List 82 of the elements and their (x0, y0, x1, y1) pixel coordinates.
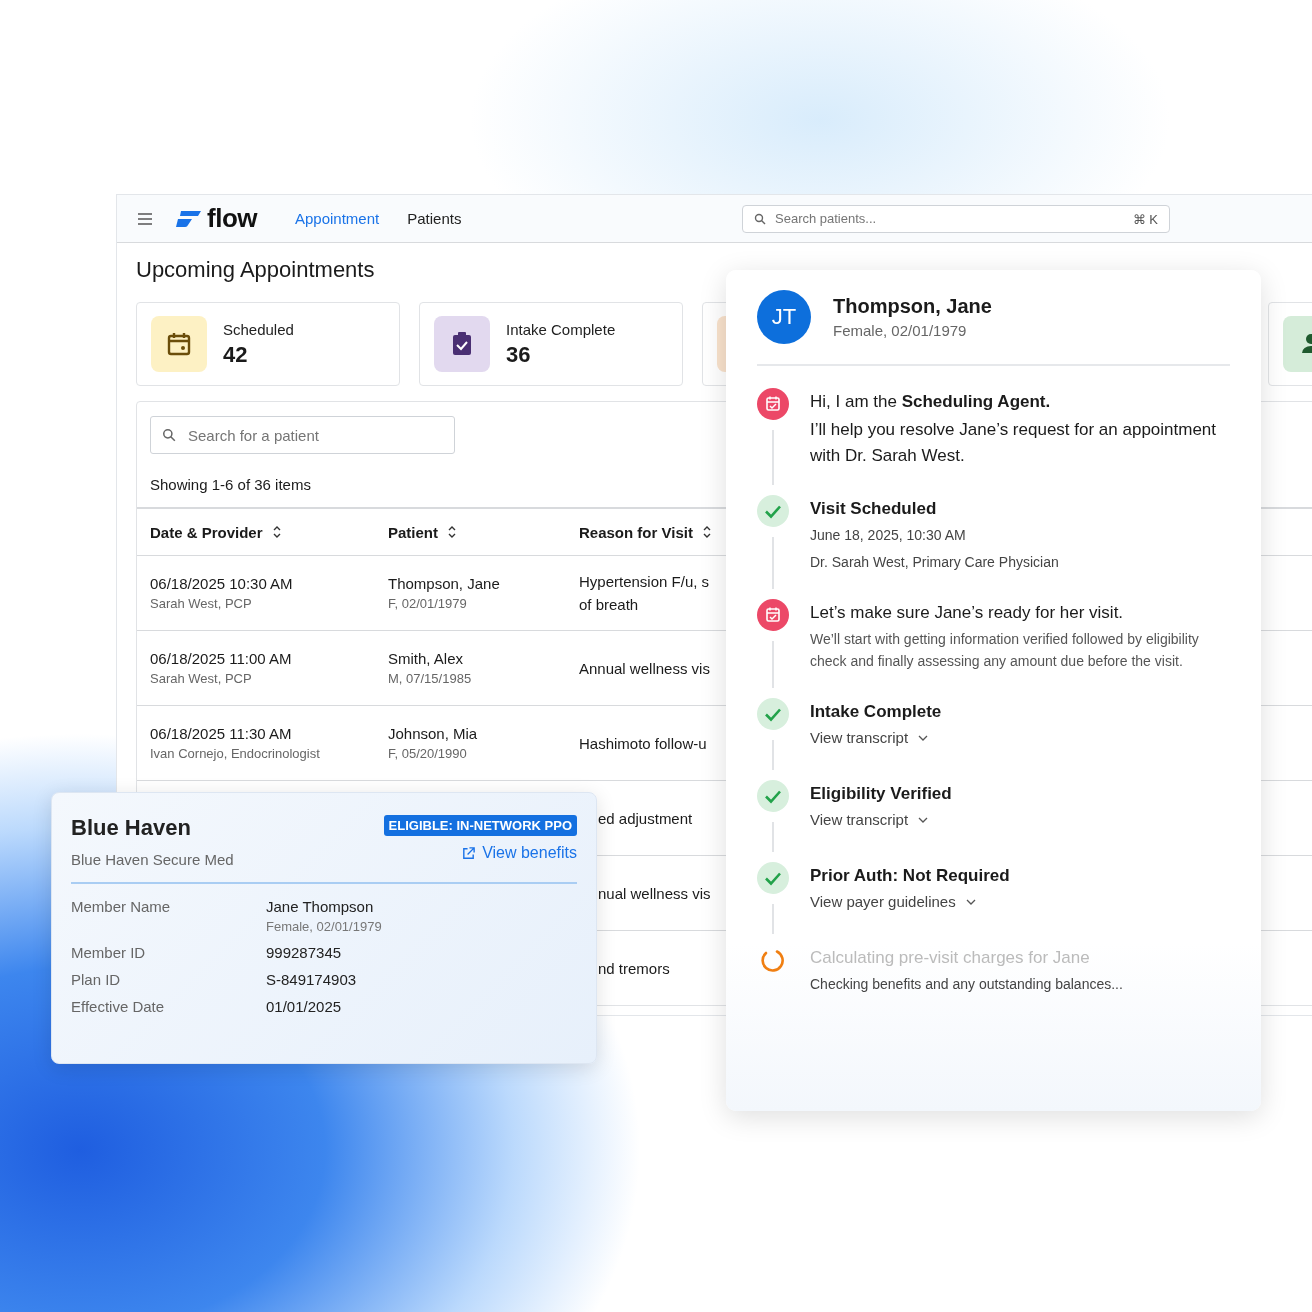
step-title: Prior Auth: Not Required (810, 866, 1010, 886)
expand-link[interactable]: View transcript (810, 727, 942, 748)
stat-count: 36 (506, 341, 532, 368)
field-label: Plan ID (71, 971, 122, 988)
step-detail: Checking benefits and any outstanding balances... (810, 975, 1123, 994)
appointment-time: 06/18/2025 11:30 AM (150, 725, 293, 742)
nav-tab[interactable]: Patients (407, 210, 462, 227)
provider-name: Ivan Cornejo, Endocrinologist (150, 746, 321, 761)
column-header[interactable]: Date & Provider (150, 523, 263, 541)
search-field[interactable]: Search for a patient (150, 416, 455, 454)
plan-name: Blue Haven Secure Med (71, 851, 234, 868)
external-link-icon (461, 845, 477, 861)
shortcut-hint: ⌘ K (1132, 211, 1158, 226)
patient-info: M, 07/15/1985 (388, 671, 473, 686)
stat-label: Intake Complete (506, 320, 616, 338)
field-detail: Female, 02/01/1979 (266, 919, 383, 934)
visit-reason: ed adjustment (598, 808, 694, 829)
field-label: Effective Date (71, 998, 166, 1015)
payer-name: Blue Haven (71, 815, 192, 841)
sort-icon[interactable] (702, 525, 711, 539)
avatar: JT (757, 290, 811, 344)
expand-link[interactable]: View payer guidelines (810, 891, 1010, 912)
column-header[interactable]: Patient (388, 523, 438, 541)
expand-link[interactable]: View transcript (810, 809, 952, 830)
column-header[interactable]: Reason for Visit (579, 523, 693, 541)
check-icon (757, 698, 789, 730)
nav-tab[interactable]: Appointment (295, 210, 380, 227)
field-value: 01/01/2025 (266, 998, 343, 1015)
menu-icon[interactable] (137, 212, 153, 225)
patient-name: Thompson, Jane (388, 575, 501, 592)
step-title: Intake Complete (810, 702, 942, 722)
logo-icon (175, 208, 203, 229)
step-detail: Dr. Sarah West, Primary Care Physician (810, 553, 1059, 572)
visit-reason: nd tremors (598, 958, 671, 979)
chevron-down-icon (918, 734, 929, 741)
chevron-down-icon (918, 816, 929, 823)
check-icon (757, 862, 789, 894)
stat-count: 42 (223, 341, 249, 368)
step-detail: June 18, 2025, 10:30 AM (810, 526, 967, 545)
step-title: Calculating pre-visit charges for Jane (810, 948, 1091, 968)
step-title: Hi, I am the Scheduling Agent. (810, 392, 1052, 412)
logo-text: flow (207, 203, 257, 234)
patient-name: Thompson, Jane (833, 295, 992, 318)
field-value: S-849174903 (266, 971, 358, 988)
eligibility-badge: ELIGIBLE: IN-NETWORK PPO (383, 815, 577, 836)
step-detail: I’ll help you resolve Jane’s request for an appointment with Dr. Sarah West. (810, 419, 1218, 467)
calendar-icon (151, 316, 207, 372)
appointment-time: 06/18/2025 10:30 AM (150, 575, 294, 592)
field-value: 999287345 (266, 944, 343, 961)
visit-reason: Hashimoto follow-u (579, 733, 708, 754)
check-icon (757, 495, 789, 527)
step-detail: We’ll start with getting information verified followed by eligibility check and finally assessing any amount due before the visit. (810, 630, 1200, 671)
patient-name: Smith, Alex (388, 650, 465, 667)
patient-name: Johnson, Mia (388, 725, 479, 742)
calendar-check-icon (757, 388, 789, 420)
patient-info: F, 05/20/1990 (388, 746, 468, 761)
visit-reason: Hypertension F/u, s of breath (579, 572, 711, 615)
visit-reason: Annual wellness vis (579, 658, 711, 679)
patient-info: F, 02/01/1979 (388, 596, 468, 611)
provider-name: Sarah West, PCP (150, 671, 253, 686)
chevron-down-icon (965, 898, 976, 905)
step-title: Visit Scheduled (810, 499, 938, 519)
step-title: Let’s make sure Jane’s ready for her visit. (810, 603, 1125, 623)
appointment-time: 06/18/2025 11:00 AM (150, 650, 293, 667)
patient-info: Female, 02/01/1979 (833, 322, 968, 339)
search-icon (754, 212, 766, 225)
view-benefits-link[interactable]: View benefits (461, 844, 577, 862)
page-title: Upcoming Appointments (136, 257, 376, 283)
visit-reason: nual wellness vis (598, 883, 712, 904)
sort-icon[interactable] (272, 525, 281, 539)
field-value: Jane Thompson (266, 898, 375, 915)
clipboard-check-icon (434, 316, 490, 372)
field-label: Member Name (71, 898, 172, 917)
sort-icon[interactable] (448, 525, 456, 539)
item-count: Showing 1-6 of 36 items (149, 475, 312, 495)
calendar-check-icon (757, 599, 789, 631)
stat-label: Scheduled (223, 320, 294, 338)
field-label: Member ID (71, 944, 147, 961)
step-title: Eligibility Verified (810, 784, 952, 804)
provider-name: Sarah West, PCP (150, 596, 253, 611)
check-icon (757, 780, 789, 812)
search-icon (162, 428, 176, 442)
